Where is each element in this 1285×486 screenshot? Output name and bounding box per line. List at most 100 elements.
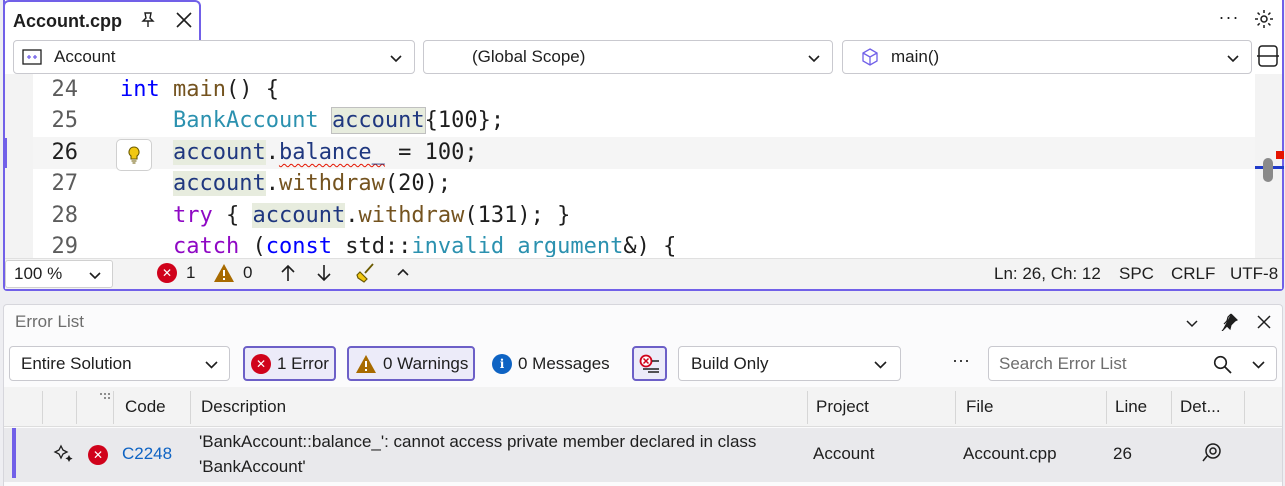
scrollbar-thumb[interactable] bbox=[1263, 158, 1273, 182]
warning-count-indicator[interactable]: 0 bbox=[213, 262, 252, 284]
chevron-down-icon[interactable] bbox=[1251, 357, 1266, 372]
lightbulb-icon bbox=[128, 146, 140, 164]
split-window-icon[interactable] bbox=[1256, 43, 1280, 69]
code-line[interactable]: try { account.withdraw(131); } bbox=[120, 203, 570, 228]
column-header-file[interactable]: File bbox=[966, 397, 993, 417]
cursor-position[interactable]: Ln: 26, Ch: 12 bbox=[994, 264, 1101, 284]
info-icon: i bbox=[492, 353, 512, 374]
code-line[interactable]: account.balance_ = 100; bbox=[120, 140, 478, 165]
error-icon: ✕ bbox=[157, 263, 177, 283]
error-file: Account.cpp bbox=[963, 444, 1057, 463]
line-number: 27 bbox=[51, 171, 79, 196]
search-placeholder: Search Error List bbox=[999, 353, 1127, 373]
column-chooser-icon[interactable] bbox=[98, 392, 112, 402]
error-grid-header bbox=[4, 387, 1282, 427]
line-number: 24 bbox=[51, 77, 79, 102]
build-source-dropdown[interactable]: Build Only bbox=[678, 346, 901, 381]
more-options-icon[interactable]: ··· bbox=[948, 350, 974, 376]
errors-filter-toggle[interactable]: ✕ 1 Error bbox=[243, 346, 336, 381]
column-separator bbox=[807, 391, 808, 424]
build-source-label: Build Only bbox=[691, 353, 769, 373]
arrow-up-icon[interactable] bbox=[279, 263, 297, 283]
error-scope-dropdown[interactable]: Entire Solution bbox=[9, 346, 230, 381]
line-number: 28 bbox=[51, 203, 79, 228]
column-header-code[interactable]: Code bbox=[125, 397, 166, 417]
error-code-link[interactable]: C2248 bbox=[122, 444, 172, 464]
warnings-filter-label: 0 Warnings bbox=[383, 353, 469, 373]
error-description-cont: 'BankAccount' bbox=[199, 457, 306, 476]
close-icon[interactable] bbox=[1256, 314, 1272, 330]
error-description: 'BankAccount::balance_': cannot access p… bbox=[199, 432, 757, 451]
error-squiggle[interactable]: balance_ bbox=[279, 140, 385, 165]
filter-list-icon bbox=[639, 354, 659, 373]
error-scope-label: Entire Solution bbox=[21, 353, 132, 373]
chevron-down-icon bbox=[1227, 55, 1239, 63]
chevron-down-icon bbox=[808, 55, 820, 63]
more-options-icon[interactable]: ··· bbox=[1216, 7, 1242, 31]
error-icon: ✕ bbox=[88, 445, 108, 465]
method-icon bbox=[862, 48, 878, 66]
code-line[interactable]: BankAccount account{100}; bbox=[120, 107, 504, 134]
indentation-mode[interactable]: SPC bbox=[1119, 264, 1154, 284]
column-separator bbox=[1106, 391, 1107, 424]
column-separator bbox=[1171, 391, 1172, 424]
column-separator bbox=[76, 391, 77, 424]
column-header-details[interactable]: Det... bbox=[1180, 397, 1221, 417]
editor-gutter bbox=[5, 74, 33, 258]
warning-icon bbox=[214, 264, 234, 282]
code-line[interactable]: catch (const std::invalid_argument&) { bbox=[120, 234, 676, 257]
messages-filter-label: 0 Messages bbox=[518, 353, 610, 373]
line-number: 25 bbox=[51, 108, 79, 133]
suppression-state-icon bbox=[53, 444, 73, 462]
error-icon: ✕ bbox=[251, 353, 271, 374]
error-count: 1 bbox=[186, 263, 196, 282]
current-line-marker bbox=[3, 138, 7, 168]
chevron-down-icon[interactable] bbox=[1184, 315, 1200, 331]
cpp-project-icon bbox=[22, 49, 42, 65]
warning-icon bbox=[356, 354, 376, 373]
document-tab[interactable]: Account.cpp bbox=[3, 0, 201, 40]
pin-icon[interactable] bbox=[1220, 313, 1238, 331]
error-marker[interactable] bbox=[1276, 151, 1284, 159]
messages-filter-toggle[interactable]: i 0 Messages bbox=[484, 346, 624, 381]
chevron-down-icon bbox=[874, 361, 887, 369]
errors-filter-label: 1 Error bbox=[277, 353, 329, 373]
error-list-search-input[interactable]: Search Error List bbox=[988, 346, 1277, 381]
column-header-description[interactable]: Description bbox=[201, 397, 286, 417]
member-dropdown[interactable]: main() bbox=[842, 40, 1252, 74]
column-separator bbox=[1244, 391, 1245, 424]
column-header-project[interactable]: Project bbox=[816, 397, 869, 417]
close-icon[interactable] bbox=[175, 11, 193, 29]
quick-actions-lightbulb-button[interactable] bbox=[116, 139, 152, 171]
code-line[interactable]: account.withdraw(20); bbox=[120, 171, 451, 196]
error-project: Account bbox=[813, 444, 875, 463]
chevron-down-icon bbox=[205, 361, 218, 369]
error-count-indicator[interactable]: ✕ 1 bbox=[157, 262, 195, 284]
line-number: 29 bbox=[51, 234, 79, 256]
line-ending[interactable]: CRLF bbox=[1171, 264, 1215, 284]
search-icon[interactable] bbox=[1213, 355, 1232, 374]
chevron-down-icon bbox=[89, 272, 101, 280]
tab-title: Account.cpp bbox=[13, 10, 123, 31]
chevron-down-icon bbox=[390, 55, 402, 63]
file-encoding[interactable]: UTF-8 bbox=[1230, 264, 1278, 284]
column-header-line[interactable]: Line bbox=[1115, 397, 1147, 417]
scope-dropdown[interactable]: (Global Scope) bbox=[423, 40, 833, 74]
details-icon[interactable] bbox=[1201, 441, 1223, 463]
chevron-up-icon[interactable] bbox=[396, 265, 410, 279]
warnings-filter-toggle[interactable]: 0 Warnings bbox=[347, 346, 475, 381]
code-line[interactable]: int main() { bbox=[120, 77, 279, 102]
member-dropdown-label: main() bbox=[891, 47, 940, 66]
zoom-level: 100 % bbox=[14, 264, 63, 283]
scope-dropdown-label: (Global Scope) bbox=[472, 47, 586, 66]
project-dropdown[interactable]: Account bbox=[13, 40, 415, 74]
zoom-dropdown[interactable]: 100 % bbox=[5, 260, 113, 288]
selected-row-marker bbox=[12, 428, 16, 478]
code-cleanup-broom-icon[interactable] bbox=[355, 262, 377, 284]
intellisense-filter-toggle[interactable] bbox=[632, 346, 667, 381]
arrow-down-icon[interactable] bbox=[315, 263, 333, 283]
pin-icon[interactable] bbox=[139, 11, 157, 29]
gear-icon[interactable] bbox=[1253, 8, 1275, 30]
column-separator bbox=[190, 391, 191, 424]
project-dropdown-label: Account bbox=[54, 47, 116, 66]
